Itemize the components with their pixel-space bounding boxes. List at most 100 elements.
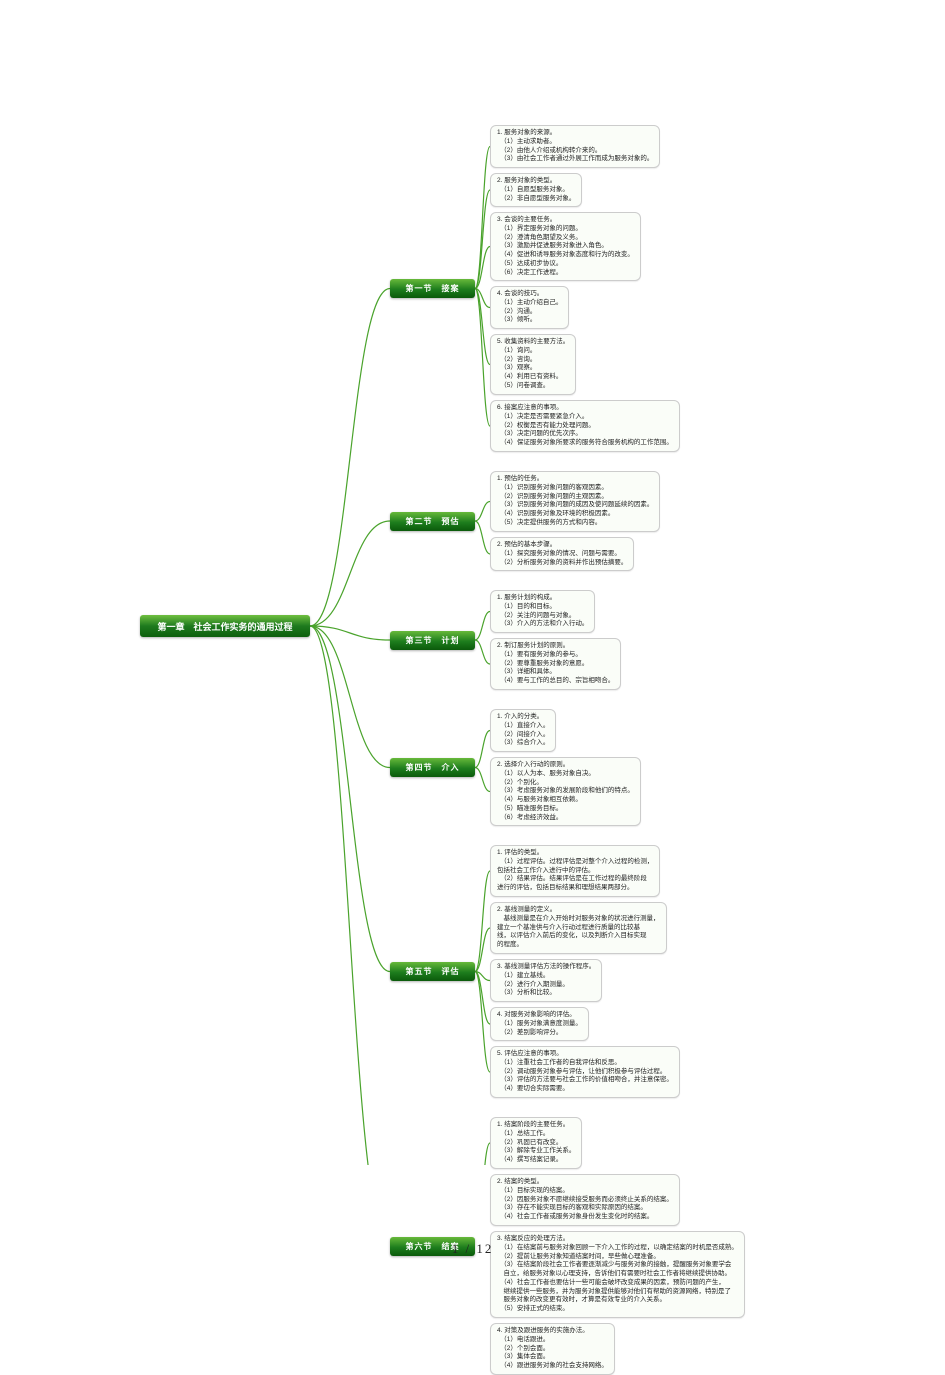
bubble-item: （1）目的和目标。 — [497, 603, 588, 612]
bubble-title: 1. 服务对象的来源。 — [497, 129, 653, 138]
section-node: 第三节 计划 — [390, 631, 475, 650]
bubble-item: （2）进行介入期测量。 — [497, 981, 595, 990]
detail-bubble: 1. 预估的任务。 （1）识别服务对象问题的客观因素。 （2）识别服务对象问题的… — [490, 471, 660, 532]
bubble-item: （3）倾听。 — [497, 316, 562, 325]
bubble-item: （2）非自愿型服务对象。 — [497, 195, 575, 204]
bubble-item: （2）间接介入。 — [497, 731, 549, 740]
bubble-item: （1）主动介绍自己。 — [497, 299, 562, 308]
bubble-item: （4）跟进服务对象的社会支持网络。 — [497, 1362, 608, 1371]
bubble-item: （1）要有服务对象的参与。 — [497, 651, 614, 660]
bubble-item: （4）利用已有资料。 — [497, 373, 569, 382]
bubble-item: （1）服务对象满意度测量。 — [497, 1020, 582, 1029]
section-label: 第三节 计划 — [406, 635, 460, 646]
bubble-title: 1. 预估的任务。 — [497, 475, 653, 484]
bubble-item: （5）安排正式的结束。 — [497, 1305, 738, 1314]
detail-bubble: 2. 结案的类型。 （1）目标实现的结案。 （2）因服务对象不愿继续接受服务而必… — [490, 1174, 680, 1226]
bubble-item: （3）考虑服务对象的发展阶段和他们的特点。 — [497, 787, 634, 796]
bubble-item: （2）因服务对象不愿继续接受服务而必须终止关系的结案。 — [497, 1196, 673, 1205]
bubble-item: （2）权衡是否有能力处理问题。 — [497, 422, 673, 431]
bubble-item: （2）调动服务对象参与评估，让他们积极参与评估过程。 — [497, 1068, 673, 1077]
bubble-item: （4）与服务对象相互依赖。 — [497, 796, 634, 805]
bubble-item: （1）直接介入。 — [497, 722, 549, 731]
page-sep: / — [460, 1241, 476, 1256]
bubble-item: （1）询问。 — [497, 347, 569, 356]
detail-bubble: 2. 预估的基本步骤。 （1）探究服务对象的情况、问题与需要。 （2）分析服务对… — [490, 537, 634, 571]
detail-bubble: 4. 对服务对象影响的评估。 （1）服务对象满意度测量。 （2）差别影响评分。 — [490, 1007, 589, 1041]
detail-bubble: 4. 对策及跟进服务的实施办法。 （1）电话跟进。 （2）个别会面。 （3）集体… — [490, 1323, 615, 1375]
bubble-title: 2. 预估的基本步骤。 — [497, 541, 627, 550]
bubble-title: 1. 评估的类型。 — [497, 849, 653, 858]
bubble-item: （2）结果评估。结果评估是在工作过程的最终阶段 进行的评估，包括目标结果和理想结… — [497, 875, 653, 893]
bubble-item: （3）观察。 — [497, 364, 569, 373]
detail-bubble: 1. 结案阶段的主要任务。 （1）总结工作。 （2）巩固已有改变。 （3）解除专… — [490, 1117, 582, 1169]
bubble-item: （3）分析和比较。 — [497, 989, 595, 998]
section-node: 第五节 评估 — [390, 962, 475, 981]
bubble-item: （4）识别服务对象及环境的积极因素。 — [497, 510, 653, 519]
bubble-item: （3）在结案阶段社会工作者要逐渐减少与服务对象的接触，提醒服务对象要学会 — [497, 1261, 738, 1270]
page-total: 12 — [476, 1241, 493, 1256]
bubble-item: （5）决定提供服务的方式和内容。 — [497, 519, 653, 528]
bubble-item: （3）综合介入。 — [497, 739, 549, 748]
bubble-title: 6. 接案应注意的事项。 — [497, 404, 673, 413]
bubble-item: （4）要切合实际需要。 — [497, 1085, 673, 1094]
bubble-item: （3）解除专业工作关系。 — [497, 1147, 575, 1156]
bubble-item: （1）过程评估。过程评估是对整个介入过程的检测， 包括社会工作介入进行中的评估。 — [497, 858, 653, 876]
bubble-title: 3. 基线测量评估方法的操作程序。 — [497, 963, 595, 972]
bubble-item: 基线测量是在介入开始时对服务对象的状况进行测量， 建立一个基准供与介入行动过程进… — [497, 915, 660, 950]
page-number: 1 / 12 — [0, 1241, 945, 1257]
bubble-item: （1）探究服务对象的情况、问题与需要。 — [497, 550, 627, 559]
bubble-item: （6）决定工作进程。 — [497, 269, 634, 278]
bubble-item: （1）以人为本、服务对象自决。 — [497, 770, 634, 779]
detail-bubble: 1. 服务对象的来源。 （1）主动求助者。 （2）由他人介绍或机构转介来的。 （… — [490, 125, 660, 168]
bubble-item: （1）自愿型服务对象。 — [497, 186, 575, 195]
bubble-item: （2）识别服务对象问题的主观因素。 — [497, 493, 653, 502]
bubble-item: （5）瞄准服务目标。 — [497, 805, 634, 814]
detail-bubble: 3. 会谈的主要任务。 （1）界定服务对象的问题。 （2）澄清角色期望及义务。 … — [490, 212, 641, 281]
root-node: 第一章 社会工作实务的通用过程 — [140, 615, 310, 637]
bubble-item: （4）撰写结案记录。 — [497, 1156, 575, 1165]
bubble-item: （5）达成初步协议。 — [497, 260, 634, 269]
bubble-item: （1）界定服务对象的问题。 — [497, 225, 634, 234]
detail-bubble: 4. 会谈的技巧。 （1）主动介绍自己。 （2）沟通。 （3）倾听。 — [490, 286, 569, 329]
bubble-title: 1. 介入的分类。 — [497, 713, 549, 722]
bubble-item: （1）总结工作。 — [497, 1130, 575, 1139]
bubble-item: （3）决定问题的优先次序。 — [497, 430, 673, 439]
bubble-item: （2）由他人介绍或机构转介来的。 — [497, 147, 653, 156]
bubble-item: （4）社会工作者也要估计一些可能会破坏改变成果的因素，预防问题的产生， — [497, 1279, 738, 1288]
bubble-item: 自立，给服务对象以心理支持，告诉他们有需要时社会工作者将继续提供协助。 — [497, 1270, 738, 1279]
bubble-item: （4）社会工作者或服务对象身份发生变化时的结案。 — [497, 1213, 673, 1222]
bubble-item: （1）电话跟进。 — [497, 1336, 608, 1345]
bubble-item: （2）差别影响评分。 — [497, 1029, 582, 1038]
section-label: 第一节 接案 — [406, 283, 460, 294]
bubble-item: （1）目标实现的结案。 — [497, 1187, 673, 1196]
bubble-item: （1）识别服务对象问题的客观因素。 — [497, 484, 653, 493]
bubble-title: 5. 收集资料的主要方法。 — [497, 338, 569, 347]
detail-bubble: 5. 收集资料的主要方法。 （1）询问。 （2）咨询。 （3）观察。 （4）利用… — [490, 334, 576, 395]
bubble-item: （3）详细和具体。 — [497, 668, 614, 677]
bubble-item: （3）识别服务对象问题的成因及使问题延续的因素。 — [497, 501, 653, 510]
detail-bubble: 1. 评估的类型。 （1）过程评估。过程评估是对整个介入过程的检测， 包括社会工… — [490, 845, 660, 897]
bubble-item: （2）沟通。 — [497, 308, 562, 317]
bubble-item: （3）存在不能实现目标的客观和实际原因的结案。 — [497, 1204, 673, 1213]
bubble-item: 服务对象的改变更有效时，才算是有效专业的介入关系。 — [497, 1296, 738, 1305]
bubble-item: （1）主动求助者。 — [497, 138, 653, 147]
detail-bubble: 2. 服务对象的类型。 （1）自愿型服务对象。 （2）非自愿型服务对象。 — [490, 173, 582, 207]
bubble-item: （3）激励并促进服务对象进入角色。 — [497, 242, 634, 251]
section-label: 第四节 介入 — [406, 762, 460, 773]
bubble-title: 4. 对策及跟进服务的实施办法。 — [497, 1327, 608, 1336]
bubble-title: 2. 选择介入行动的原则。 — [497, 761, 634, 770]
bubble-title: 1. 结案阶段的主要任务。 — [497, 1121, 575, 1130]
bubble-item: （2）咨询。 — [497, 356, 569, 365]
bubble-item: （1）决定是否需要紧急介入。 — [497, 413, 673, 422]
section-node: 第一节 接案 — [390, 279, 475, 298]
bubble-item: （2）澄清角色期望及义务。 — [497, 234, 634, 243]
bubble-item: （4）保证服务对象所要求的服务符合服务机构的工作范围。 — [497, 439, 673, 448]
bubble-item: （3）集体会面。 — [497, 1353, 608, 1362]
detail-bubble: 1. 服务计划的构成。 （1）目的和目标。 （2）关注的问题与对象。 （3）介入… — [490, 590, 595, 633]
bubble-item: （2）巩固已有改变。 — [497, 1139, 575, 1148]
bubble-title: 2. 结案的类型。 — [497, 1178, 673, 1187]
bubble-item: （3）介入的方法和介入行动。 — [497, 620, 588, 629]
section-label: 第五节 评估 — [406, 966, 460, 977]
bubble-item: （2）个别化。 — [497, 779, 634, 788]
bubble-title: 2. 基线测量的定义。 — [497, 906, 660, 915]
